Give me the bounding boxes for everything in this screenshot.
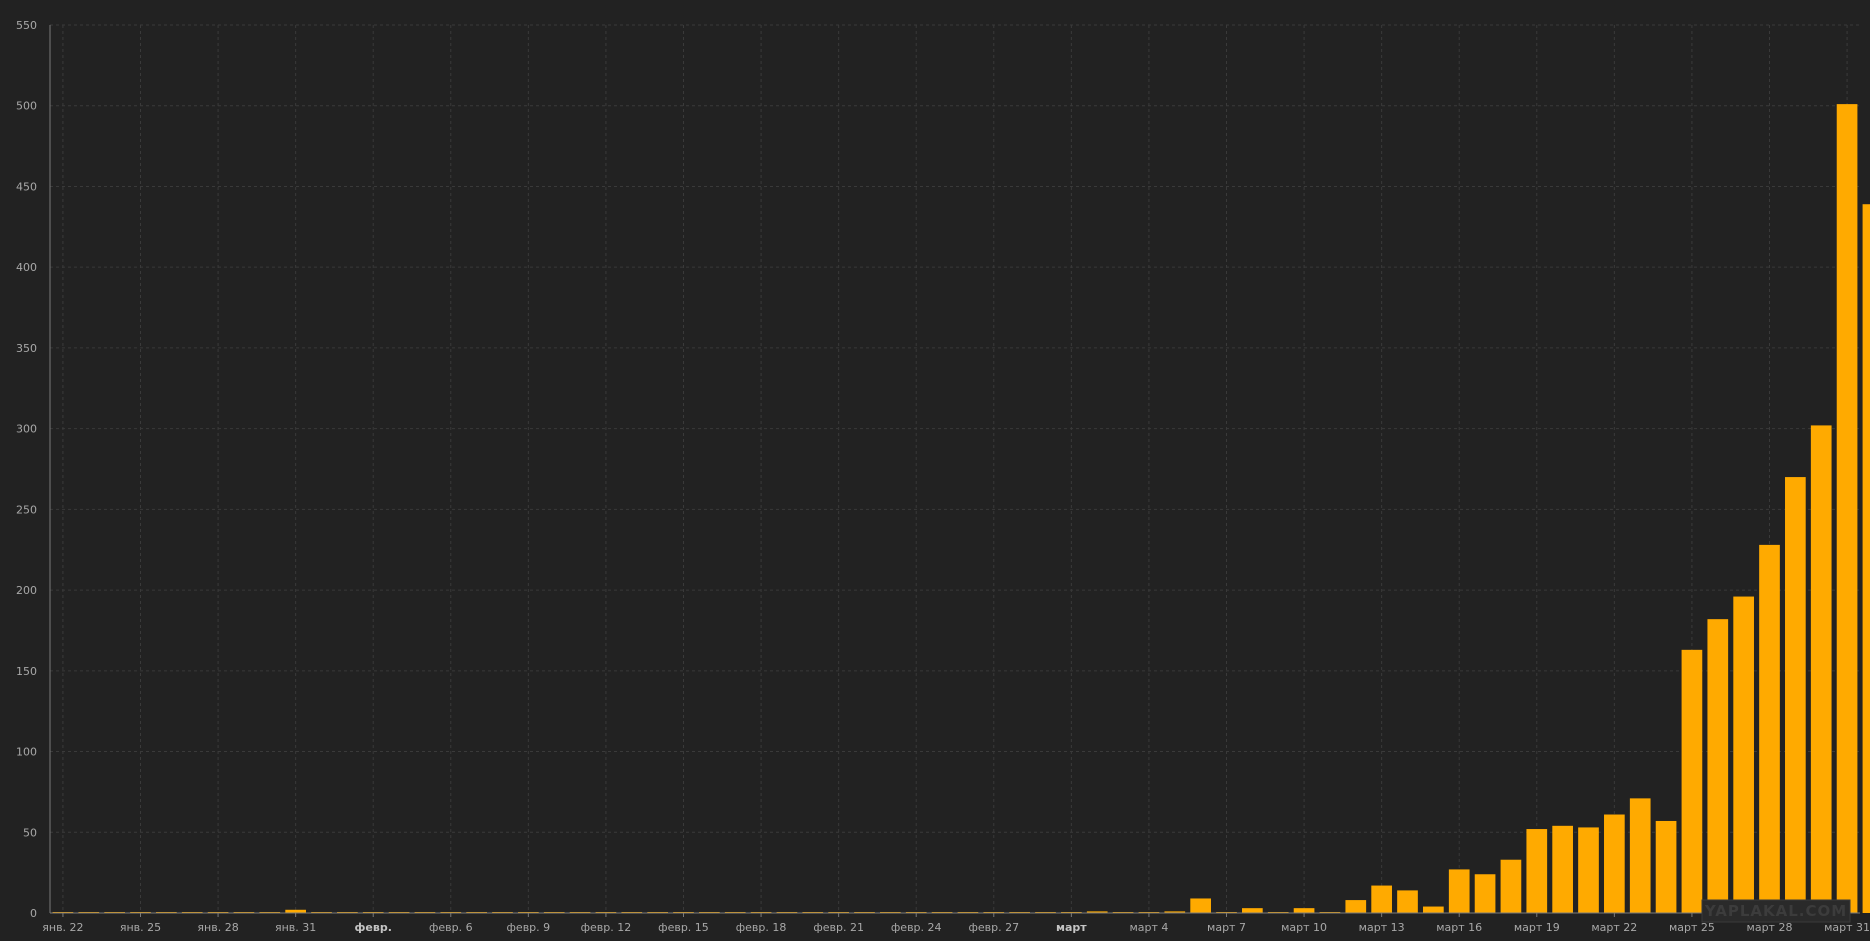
bar xyxy=(1655,820,1677,913)
y-tick-label: 50 xyxy=(23,826,37,839)
bar-chart: 0 50 100 150 200 250 300 350 400 450 500 550 янв. 2… xyxy=(16,19,1870,934)
bar xyxy=(1733,596,1754,913)
y-tick-label: 450 xyxy=(16,180,37,193)
x-tick-label: март 25 xyxy=(1669,921,1715,934)
grid-lines xyxy=(50,24,1860,917)
x-tick-label: март 4 xyxy=(1129,921,1168,934)
bar xyxy=(1500,859,1522,913)
y-tick-label: 350 xyxy=(16,342,37,355)
y-tick-label: 500 xyxy=(16,100,37,113)
y-tick-label: 150 xyxy=(16,665,37,678)
y-tick-label: 550 xyxy=(16,19,37,32)
x-tick-label: февр. 9 xyxy=(507,921,551,934)
bar xyxy=(1345,900,1367,913)
x-tick-label: март 19 xyxy=(1514,921,1560,934)
bar xyxy=(1862,204,1870,913)
y-tick-label: 0 xyxy=(30,907,37,920)
x-tick-label: февр. 18 xyxy=(736,921,787,934)
x-tick-label: февр. 15 xyxy=(658,921,709,934)
x-tick-label: март 7 xyxy=(1207,921,1246,934)
x-tick-label: март xyxy=(1056,921,1087,934)
x-tick-labels: янв. 22 янв. 25 янв. 28 янв. 31 февр. февр. 6… xyxy=(42,921,1870,934)
x-tick-label: март 13 xyxy=(1359,921,1405,934)
bar xyxy=(1423,906,1444,913)
x-tick-label: янв. 28 xyxy=(197,921,238,934)
bar xyxy=(1526,829,1548,913)
x-tick-label: март 28 xyxy=(1747,921,1793,934)
x-tick-label: февр. 21 xyxy=(813,921,864,934)
bar xyxy=(1785,477,1806,913)
bar xyxy=(1629,798,1651,913)
x-tick-label: март 22 xyxy=(1591,921,1637,934)
bar xyxy=(1578,827,1599,913)
bar xyxy=(1810,425,1832,913)
bar xyxy=(1604,814,1625,913)
y-tick-label: 400 xyxy=(16,261,37,274)
bar-series xyxy=(52,104,1870,913)
bar xyxy=(1448,869,1470,913)
x-tick-label: янв. 22 xyxy=(42,921,83,934)
y-tick-label: 100 xyxy=(16,746,37,759)
y-tick-label: 200 xyxy=(16,584,37,597)
bar xyxy=(1474,874,1496,913)
x-tick-label: февр. 27 xyxy=(968,921,1019,934)
y-tick-label: 300 xyxy=(16,423,37,436)
bar xyxy=(1293,908,1315,913)
axes xyxy=(49,25,1860,914)
x-tick-label: янв. 25 xyxy=(120,921,161,934)
bar xyxy=(1397,890,1418,913)
bar xyxy=(1190,898,1211,913)
x-tick-label: февр. 6 xyxy=(429,921,473,934)
x-tick-label: февр. 24 xyxy=(891,921,942,934)
x-tick-label: февр. xyxy=(355,921,392,934)
bar xyxy=(1836,104,1858,913)
bar xyxy=(1681,649,1703,913)
y-tick-label: 250 xyxy=(16,503,37,516)
bar xyxy=(1707,619,1729,913)
x-tick-label: март 16 xyxy=(1436,921,1482,934)
bar xyxy=(1371,885,1392,913)
bar xyxy=(1552,825,1573,913)
bar xyxy=(1242,908,1263,913)
x-tick-label: янв. 31 xyxy=(275,921,316,934)
x-tick-label: март 10 xyxy=(1281,921,1327,934)
y-tick-labels: 0 50 100 150 200 250 300 350 400 450 500 550 xyxy=(16,19,37,920)
watermark-logo: YAPLAKAL.COM xyxy=(1701,899,1851,923)
bar xyxy=(1759,544,1780,913)
x-tick-label: март 31 xyxy=(1824,921,1870,934)
watermark-text: YAPLAKAL.COM xyxy=(1704,902,1847,920)
x-tick-label: февр. 12 xyxy=(581,921,632,934)
